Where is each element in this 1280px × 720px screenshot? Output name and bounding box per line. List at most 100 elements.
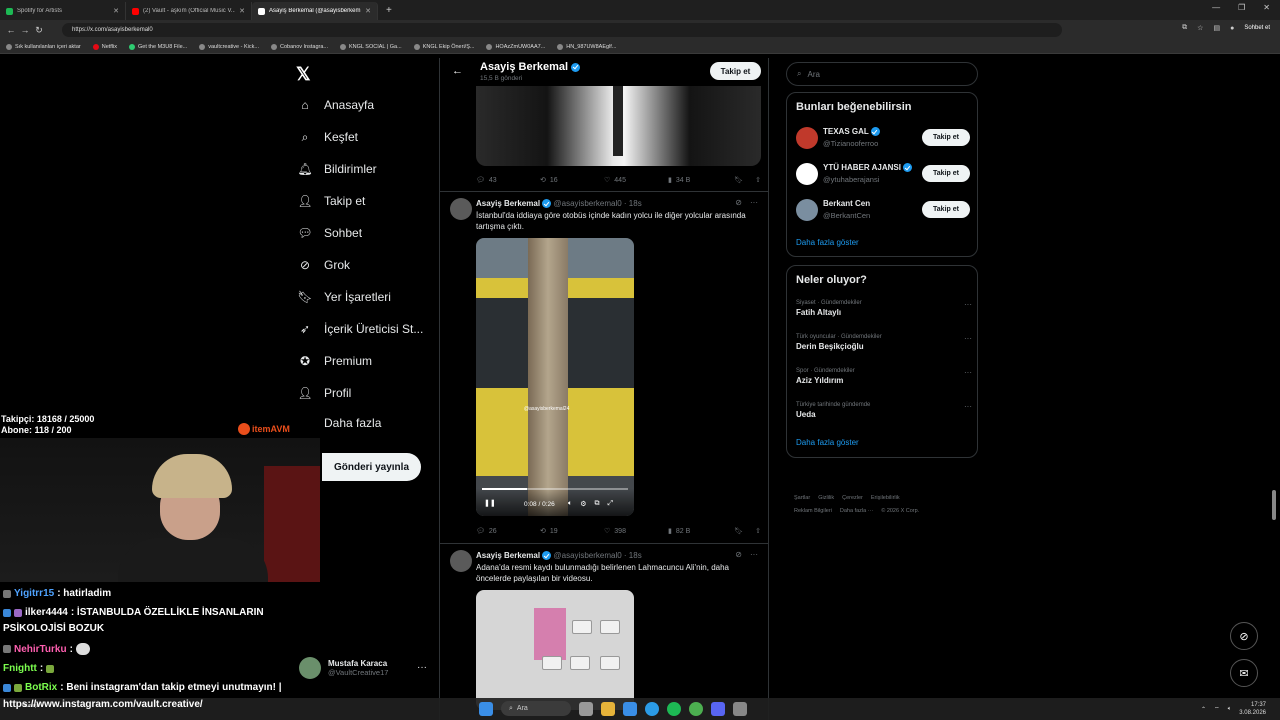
url-field[interactable]: https://x.com/asayisberkemal0	[62, 23, 1062, 37]
follow-button[interactable]: Takip et	[922, 201, 970, 218]
network-icon[interactable]: ⌔	[1214, 705, 1220, 713]
new-tab-button[interactable]: +	[378, 5, 400, 16]
collections-icon[interactable]: ▤	[1213, 24, 1220, 32]
back-arrow-icon[interactable]: ←	[452, 65, 463, 77]
trend-item[interactable]: Türkiye tarihinde gündemde Ueda ···	[796, 402, 972, 419]
bookmark-item[interactable]: Cobanov Instagra...	[270, 43, 328, 50]
trend-item[interactable]: Siyaset · Gündemdekiler Fatih Altaylı ···	[796, 300, 972, 317]
close-window-icon[interactable]: ✕	[1263, 3, 1270, 12]
extensions-icon[interactable]: ⧉	[1182, 24, 1187, 32]
share-icon[interactable]: ⇧	[755, 527, 761, 535]
bookmark-item[interactable]: HN_987UW8AEglf...	[557, 43, 616, 50]
clock[interactable]: 17:37 3.08.2026	[1239, 701, 1266, 717]
bookmark-item[interactable]: KNGL Ekip Öneri/Ş...	[413, 43, 474, 50]
profile-icon[interactable]: ●	[1230, 25, 1234, 32]
bookmark-item[interactable]: Sık kullanılanları içeri aktar	[6, 43, 81, 50]
task-view-icon[interactable]	[579, 701, 593, 716]
nav-profile[interactable]: 👤︎ Profil	[296, 384, 351, 402]
search-input[interactable]: ⌕ Ara	[786, 62, 978, 86]
trend-item[interactable]: Türk oyuncular · Gündemdekiler Derin Beşi…	[796, 334, 972, 351]
tweet-video[interactable]: @asayisberkemal24 ❚❚ 0:08 / 0:26 🔈︎ ⚙ ⧉ ⤢	[476, 238, 634, 516]
tray-chevron-icon[interactable]: ⌃	[1201, 706, 1206, 713]
trend-item[interactable]: Spor · Gündemdekiler Aziz Yıldırım ···	[796, 368, 972, 385]
grok-icon[interactable]: ⊘	[735, 550, 742, 559]
x-logo-icon[interactable]: 𝕏	[296, 64, 311, 85]
spotify-icon[interactable]	[667, 701, 681, 716]
bookmark-item[interactable]: vaultcreative - Kick...	[199, 43, 259, 50]
favorite-star-icon[interactable]: ☆	[1197, 24, 1203, 32]
bookmark-item[interactable]: Netflix	[92, 43, 117, 50]
pip-icon[interactable]: ⧉	[594, 500, 599, 508]
discord-icon[interactable]	[711, 701, 725, 716]
close-tab-icon[interactable]: ✕	[113, 7, 119, 15]
nav-home[interactable]: ⌂ Anasayfa	[296, 96, 374, 114]
follow-button[interactable]: Takip et	[922, 165, 970, 182]
pause-icon[interactable]: ❚❚	[484, 499, 496, 507]
reply-button[interactable]: 💬︎ 43	[476, 176, 540, 185]
bookmark-icon[interactable]: 🔖︎	[734, 176, 743, 184]
scrollbar[interactable]	[1272, 490, 1276, 520]
follow-button[interactable]: Takip et	[922, 129, 970, 146]
tweet-image[interactable]	[476, 86, 761, 166]
show-more-link[interactable]: Daha fazla göster	[796, 238, 859, 247]
browser-tab-active[interactable]: Asayiş Berkemal (@asayisberkem... ✕	[252, 2, 378, 20]
show-more-link[interactable]: Daha fazla göster	[796, 438, 859, 447]
bookmark-item[interactable]: KNGL SOCIAL | Ga...	[340, 43, 402, 50]
avatar[interactable]	[450, 198, 472, 220]
more-icon[interactable]: ···	[750, 198, 758, 207]
forward-icon[interactable]: →	[18, 25, 32, 35]
volume-icon[interactable]: 🔈︎	[1228, 706, 1232, 713]
retweet-button[interactable]: ⟲ 19	[540, 527, 604, 536]
browser-tab[interactable]: Spotify for Artists ✕	[0, 2, 126, 20]
nav-premium[interactable]: ✪ Premium	[296, 352, 372, 370]
tweet-video-thumbnail[interactable]	[476, 590, 634, 710]
bookmark-icon[interactable]: 🔖︎	[734, 527, 743, 535]
nav-more[interactable]: Daha fazla	[324, 416, 381, 430]
suggestion[interactable]: TEXAS GAL @Tizianooferroo Takip et	[796, 125, 972, 153]
share-icon[interactable]: ⇧	[755, 176, 761, 184]
suggestion[interactable]: Berkant Cen @BerkantCen Takip et	[796, 197, 972, 225]
chrome-icon[interactable]	[689, 701, 703, 716]
nav-grok[interactable]: ⊘ Grok	[296, 256, 350, 274]
sohbet-button[interactable]: Sohbet et	[1244, 25, 1270, 31]
post-button[interactable]: Gönderi yayınla	[322, 453, 421, 481]
back-icon[interactable]: ←	[4, 25, 18, 35]
volume-icon[interactable]: 🔈︎	[568, 500, 572, 508]
suggestion[interactable]: YTÜ HABER AJANSI @ytuhaberajansi Takip e…	[796, 161, 972, 189]
maximize-icon[interactable]: ❐	[1238, 3, 1245, 12]
grok-fab-icon[interactable]: ⊘	[1230, 622, 1258, 650]
grok-icon[interactable]: ⊘	[735, 198, 742, 207]
taskbar-search[interactable]: ⌕ Ara	[501, 701, 571, 716]
reply-button[interactable]: 💬︎ 26	[476, 527, 540, 536]
account-switcher[interactable]: Mustafa Karaca @VaultCreative17 ···	[299, 657, 427, 679]
bookmark-item[interactable]: HOAzZmUW0AA7...	[486, 43, 545, 50]
settings-icon[interactable]: ⚙	[580, 500, 586, 508]
views-button[interactable]: ▮ 82 B	[668, 527, 732, 536]
calculator-icon[interactable]	[733, 701, 747, 716]
follow-button[interactable]: Takip et	[710, 62, 761, 80]
nav-creator-studio[interactable]: ➶ İçerik Üreticisi St...	[296, 320, 423, 338]
avatar[interactable]	[450, 550, 472, 572]
retweet-button[interactable]: ⟲ 16	[540, 176, 604, 185]
edge-icon[interactable]	[645, 701, 659, 716]
close-tab-icon[interactable]: ✕	[239, 7, 245, 15]
more-icon[interactable]: ···	[417, 662, 427, 673]
minimize-icon[interactable]: —	[1212, 3, 1220, 12]
nav-explore[interactable]: ⌕ Keşfet	[296, 128, 358, 146]
more-icon[interactable]: ···	[750, 550, 758, 559]
views-button[interactable]: ▮ 34 B	[668, 176, 732, 185]
file-explorer-icon[interactable]	[601, 701, 615, 716]
nav-chat[interactable]: 💬︎ Sohbet	[296, 224, 362, 242]
browser-tab[interactable]: (2) Vault - aşkım (Official Music V... ✕	[126, 2, 252, 20]
like-button[interactable]: ♡ 398	[604, 527, 668, 536]
nav-notifications[interactable]: 🔔︎ Bildirimler	[296, 160, 376, 178]
reload-icon[interactable]: ↻	[32, 25, 46, 36]
store-icon[interactable]	[623, 701, 637, 716]
messages-fab-icon[interactable]: ✉	[1230, 659, 1258, 687]
start-icon[interactable]	[479, 701, 493, 716]
fullscreen-icon[interactable]: ⤢	[607, 500, 613, 508]
close-tab-icon[interactable]: ✕	[365, 7, 371, 15]
nav-follow[interactable]: 👤︎ Takip et	[296, 192, 365, 210]
nav-bookmarks[interactable]: 🔖︎ Yer İşaretleri	[296, 288, 391, 306]
bookmark-item[interactable]: Get the M3U8 File...	[129, 43, 187, 50]
